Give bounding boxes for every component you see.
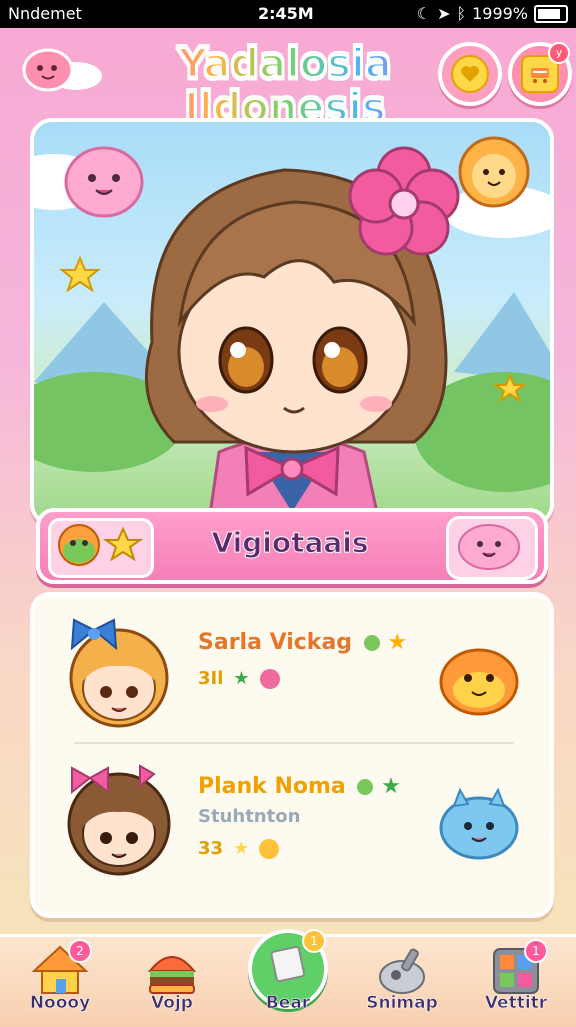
friend-stats: 3Il ★ bbox=[198, 668, 280, 689]
hero-scene bbox=[34, 136, 550, 522]
bottom-nav: 2 Noooy Vojp 1 Bear Snimap 1 Vettitr bbox=[0, 929, 576, 1027]
burger-icon bbox=[142, 943, 202, 997]
gadget-icon bbox=[372, 943, 432, 997]
friends-list-panel: Sarla Vickag ★ 3Il ★ Plank Noma ★ Stuhtn… bbox=[30, 592, 554, 918]
nav-label: Bear bbox=[265, 993, 311, 1014]
friend-stats: 33 ★ bbox=[198, 838, 280, 859]
home-icon: 2 bbox=[30, 939, 92, 997]
pink-gem-icon bbox=[259, 668, 280, 689]
clock: 2:45M bbox=[258, 4, 314, 23]
green-gem-icon bbox=[357, 779, 374, 795]
friend-status: Stuhtnton bbox=[198, 806, 301, 827]
star-icon: ★ bbox=[387, 630, 408, 655]
friend-name-text: Sarla Vickag bbox=[198, 630, 353, 655]
game-title-line1: Yadalosia bbox=[140, 41, 430, 88]
character-name-banner[interactable]: Vigiotaais bbox=[36, 508, 548, 584]
carrier-label: Nndemet bbox=[8, 4, 82, 23]
blue-pet-icon[interactable] bbox=[434, 778, 524, 868]
pet-slot[interactable] bbox=[446, 516, 538, 580]
green-gem-icon bbox=[363, 635, 380, 651]
shop-badge: y bbox=[548, 42, 570, 64]
friend-avatar bbox=[67, 764, 171, 876]
nav-item-home[interactable]: 2 Noooy bbox=[10, 939, 110, 1023]
green-star-icon: ★ bbox=[381, 774, 401, 799]
game-title: Yadalosia Ildonesis bbox=[140, 41, 430, 132]
nav-item-food[interactable]: Vojp bbox=[122, 943, 222, 1023]
moon-icon: ☾ bbox=[416, 4, 432, 23]
location-icon: ➤ bbox=[437, 4, 451, 23]
favorites-button[interactable] bbox=[438, 42, 502, 106]
friend-row[interactable]: Sarla Vickag ★ 3Il ★ bbox=[48, 608, 532, 744]
shop-button[interactable]: y bbox=[508, 42, 572, 106]
cloud-mascot-icon[interactable] bbox=[18, 44, 104, 94]
star-icon: ★ bbox=[233, 838, 250, 859]
gold-coin-icon bbox=[259, 838, 280, 859]
green-star-icon: ★ bbox=[233, 668, 250, 689]
nav-badge: 1 bbox=[302, 929, 326, 953]
character-name: Vigiotaais bbox=[211, 526, 369, 560]
status-icons: ☾ ➤ ᛒ 1999% bbox=[417, 4, 568, 23]
friend-stat-value: 33 bbox=[198, 838, 224, 859]
hero-character-panel[interactable] bbox=[30, 118, 554, 526]
nav-item-bear[interactable]: 1 Bear bbox=[238, 929, 338, 1023]
friend-name: Plank Noma ★ bbox=[198, 774, 401, 799]
nav-item-vettitr[interactable]: 1 Vettitr bbox=[466, 939, 566, 1023]
nav-item-snimap[interactable]: Snimap bbox=[352, 943, 452, 1023]
nav-badge: 2 bbox=[68, 939, 92, 963]
friend-avatar bbox=[69, 618, 169, 728]
pink-pet-icon bbox=[458, 524, 520, 570]
bluetooth-icon: ᛒ bbox=[456, 4, 467, 23]
friend-stat-value: 3Il bbox=[198, 668, 224, 689]
mascot-star-slot[interactable] bbox=[48, 518, 154, 578]
friend-row[interactable]: Plank Noma ★ Stuhtnton 33 ★ bbox=[48, 752, 532, 888]
battery-icon bbox=[534, 4, 568, 23]
grid-icon: 1 bbox=[486, 939, 548, 997]
status-bar: Nndemet 2:45M ☾ ➤ ᛒ 1999% bbox=[0, 0, 576, 28]
friend-name-text: Plank Noma bbox=[198, 774, 346, 799]
friend-name: Sarla Vickag ★ bbox=[198, 630, 407, 655]
orange-pet-icon[interactable] bbox=[434, 634, 524, 724]
row-divider bbox=[74, 742, 514, 744]
monster-star-icon bbox=[58, 524, 144, 566]
heart-coin-icon bbox=[451, 55, 489, 93]
nav-badge: 1 bbox=[524, 939, 548, 963]
battery-percent: 1999% bbox=[472, 4, 528, 23]
